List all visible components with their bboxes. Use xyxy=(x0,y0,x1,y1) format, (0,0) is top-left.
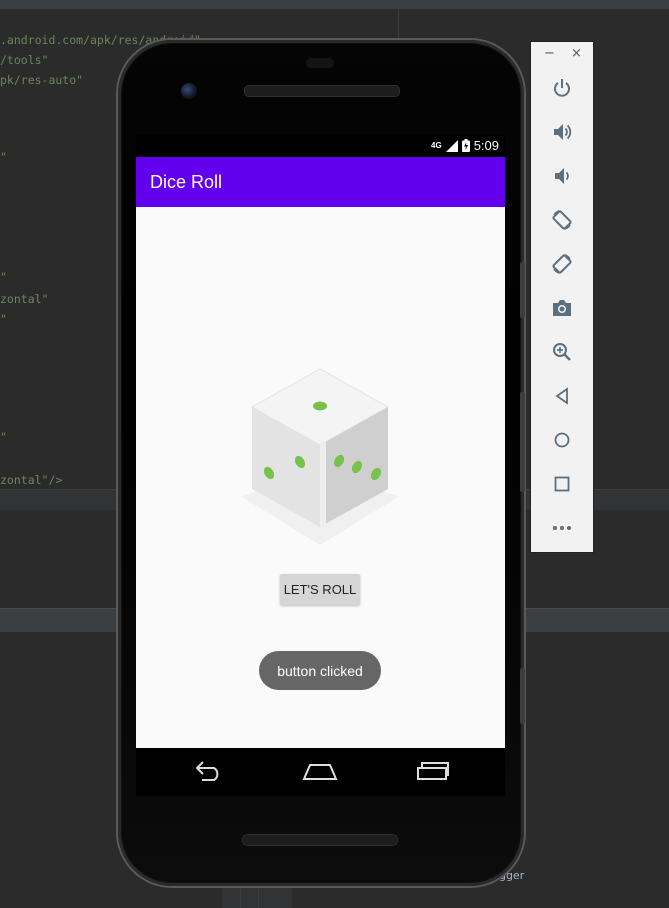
volume-down-icon[interactable] xyxy=(548,162,576,190)
home-icon[interactable] xyxy=(300,756,340,786)
overview-icon[interactable] xyxy=(548,470,576,498)
phone-speaker-bottom xyxy=(242,834,398,846)
app-bar: Dice Roll xyxy=(136,157,505,207)
code-line: " xyxy=(0,150,7,164)
rotate-left-icon[interactable] xyxy=(548,206,576,234)
more-icon[interactable] xyxy=(548,514,576,542)
navigation-bar xyxy=(136,748,505,796)
back-icon[interactable] xyxy=(548,382,576,410)
front-camera-icon xyxy=(181,83,197,99)
code-line: " xyxy=(0,430,7,444)
rotate-right-icon[interactable] xyxy=(548,250,576,278)
code-line: " xyxy=(0,270,7,284)
ide-title-bar xyxy=(0,0,669,9)
zoom-icon[interactable] xyxy=(548,338,576,366)
recents-icon[interactable] xyxy=(413,756,453,786)
code-line: /tools" xyxy=(0,53,49,67)
camera-icon[interactable] xyxy=(548,294,576,322)
network-indicator: 4G xyxy=(431,140,442,150)
divider xyxy=(240,884,241,908)
battery-icon xyxy=(461,139,470,152)
toast-message: button clicked xyxy=(259,651,381,690)
roll-button[interactable]: LET'S ROLL xyxy=(280,574,360,605)
dice-image xyxy=(240,367,400,547)
phone-side-button xyxy=(520,262,525,318)
minimize-button[interactable]: − xyxy=(544,46,555,61)
phone-earpiece xyxy=(306,58,334,68)
app-title: Dice Roll xyxy=(150,172,223,192)
power-icon[interactable] xyxy=(548,74,576,102)
close-button[interactable]: × xyxy=(571,46,582,61)
code-line: " xyxy=(0,312,7,326)
code-line: zontal"/> xyxy=(0,473,63,487)
status-time: 5:09 xyxy=(473,138,499,153)
emulator-toolbar: − × xyxy=(530,41,594,553)
phone-speaker-top xyxy=(244,85,400,97)
home-icon[interactable] xyxy=(548,426,576,454)
app-content: LET'S ROLL button clicked xyxy=(136,207,505,748)
code-line: zontal" xyxy=(0,292,49,306)
phone-side-button xyxy=(520,392,525,492)
code-line: pk/res-auto" xyxy=(0,73,84,87)
ide-status-segment xyxy=(222,884,292,908)
status-bar: 4G 5:09 xyxy=(136,135,505,157)
volume-up-icon[interactable] xyxy=(548,118,576,146)
back-icon[interactable] xyxy=(187,756,227,786)
divider xyxy=(258,884,259,908)
signal-icon xyxy=(445,139,458,152)
phone-side-button xyxy=(520,668,525,724)
